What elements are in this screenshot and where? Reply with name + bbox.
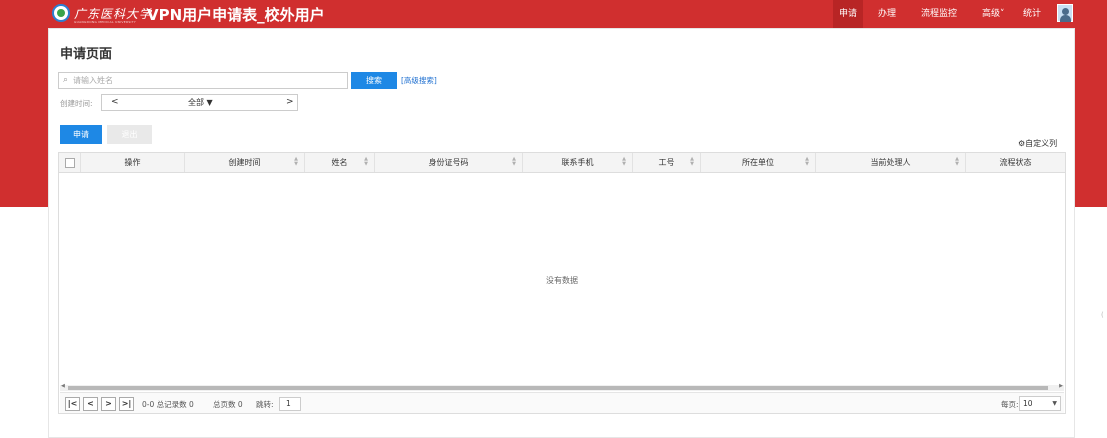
column-header-phone-label: 联系手机 xyxy=(561,158,594,167)
select-all-checkbox[interactable] xyxy=(65,158,75,168)
column-header-status[interactable]: 流程状态 xyxy=(966,153,1065,172)
scroll-right-icon[interactable]: ▶ xyxy=(1059,383,1063,389)
nav-process-monitor[interactable]: 流程监控 xyxy=(921,0,957,28)
apply-button[interactable]: 申请 xyxy=(60,125,102,144)
column-header-employee-no-label: 工号 xyxy=(658,158,675,167)
jump-page-input[interactable]: 1 xyxy=(279,397,301,411)
search-icon: ⌕ xyxy=(63,75,69,85)
scrollbar-thumb[interactable] xyxy=(68,386,1048,390)
nav-statistics[interactable]: 统计 xyxy=(1023,0,1041,28)
record-range: 0-0 总记录数 0 xyxy=(142,400,194,409)
app-title: VPN用户申请表_校外用户 xyxy=(147,6,325,24)
horizontal-scrollbar[interactable]: ◀ ▶ xyxy=(60,383,1064,391)
column-header-id-number[interactable]: 身份证号码 ▲ ▼ xyxy=(375,153,523,172)
column-header-handler[interactable]: 当前处理人 ▲ ▼ xyxy=(816,153,966,172)
column-header-employee-no[interactable]: 工号 ▲ ▼ xyxy=(633,153,701,172)
sort-icon[interactable]: ▲ ▼ xyxy=(954,157,960,167)
column-header-name[interactable]: 姓名 ▲ ▼ xyxy=(305,153,375,172)
nav-handle[interactable]: 办理 xyxy=(878,0,896,28)
column-header-id-number-label: 身份证号码 xyxy=(428,158,469,167)
jump-label: 跳转: xyxy=(256,400,274,409)
search-button[interactable]: 搜索 xyxy=(351,72,397,89)
nav-apply[interactable]: 申请 xyxy=(833,0,863,28)
total-pages: 总页数 0 xyxy=(213,400,243,409)
advanced-search-link[interactable]: [高级搜索] xyxy=(401,75,437,86)
search-box: ⌕ xyxy=(58,72,348,89)
exit-button[interactable]: 退出 xyxy=(107,125,152,144)
select-all-cell xyxy=(59,153,81,172)
university-logo-icon xyxy=(52,4,70,22)
chevron-down-icon: ▼ xyxy=(1052,400,1057,407)
last-page-button[interactable]: >| xyxy=(119,397,134,411)
user-avatar[interactable] xyxy=(1057,4,1073,22)
sort-icon[interactable]: ▲ ▼ xyxy=(689,157,695,167)
per-page-value: 10 xyxy=(1023,399,1033,408)
column-header-department-label: 所在单位 xyxy=(742,158,774,167)
column-header-action[interactable]: 操作 xyxy=(81,153,185,172)
custom-columns-link[interactable]: ⚙自定义列 xyxy=(1018,138,1057,149)
sort-icon[interactable]: ▲ ▼ xyxy=(363,157,369,167)
scroll-left-icon[interactable]: ◀ xyxy=(61,383,65,389)
sort-icon[interactable]: ▲ ▼ xyxy=(293,157,299,167)
date-next-button[interactable]: > xyxy=(286,97,294,107)
per-page-select[interactable]: 10 ▼ xyxy=(1019,396,1061,411)
edge-tab: ( xyxy=(1101,311,1104,319)
per-page-label: 每页: xyxy=(1001,400,1019,409)
sort-icon[interactable]: ▲ ▼ xyxy=(804,157,810,167)
custom-columns-label: 自定义列 xyxy=(1025,139,1058,148)
top-navbar: 广东医科大学 GUANGDONG MEDICAL UNIVERSITY VPN用… xyxy=(0,0,1107,28)
date-filter: < 全部 ▼ > xyxy=(101,94,298,111)
sort-icon[interactable]: ▲ ▼ xyxy=(621,157,627,167)
first-page-button[interactable]: |< xyxy=(65,397,80,411)
date-filter-dropdown[interactable]: 全部 ▼ xyxy=(188,97,213,108)
prev-page-button[interactable]: < xyxy=(83,397,98,411)
page-title: 申请页面 xyxy=(60,47,113,62)
column-header-created-label: 创建时间 xyxy=(228,158,261,167)
sort-icon[interactable]: ▲ ▼ xyxy=(511,157,517,167)
column-header-handler-label: 当前处理人 xyxy=(870,158,911,167)
column-header-department[interactable]: 所在单位 ▲ ▼ xyxy=(701,153,816,172)
empty-message: 没有数据 xyxy=(546,276,578,285)
column-header-phone[interactable]: 联系手机 ▲ ▼ xyxy=(523,153,633,172)
data-table: 操作 创建时间 ▲ ▼ 姓名 ▲ ▼ 身份证号码 ▲ ▼ 联系手机 ▲ ▼ 工号 ▲ ▼ … xyxy=(58,152,1066,414)
column-header-created[interactable]: 创建时间 ▲ ▼ xyxy=(185,153,305,172)
next-page-button[interactable]: > xyxy=(101,397,116,411)
date-filter-label: 创建时间: xyxy=(60,99,93,108)
column-header-name-label: 姓名 xyxy=(331,158,348,167)
university-logo-subtext: GUANGDONG MEDICAL UNIVERSITY xyxy=(74,20,136,24)
pagination-bar: |< < > >| 0-0 总记录数 0 总页数 0 跳转: 1 每页: 10 … xyxy=(60,392,1064,413)
search-input[interactable] xyxy=(73,73,343,88)
table-header: 操作 创建时间 ▲ ▼ 姓名 ▲ ▼ 身份证号码 ▲ ▼ 联系手机 ▲ ▼ 工号 ▲ ▼ … xyxy=(59,153,1065,173)
nav-advanced[interactable]: 高级˅ xyxy=(982,0,1005,28)
date-prev-button[interactable]: < xyxy=(111,97,119,107)
